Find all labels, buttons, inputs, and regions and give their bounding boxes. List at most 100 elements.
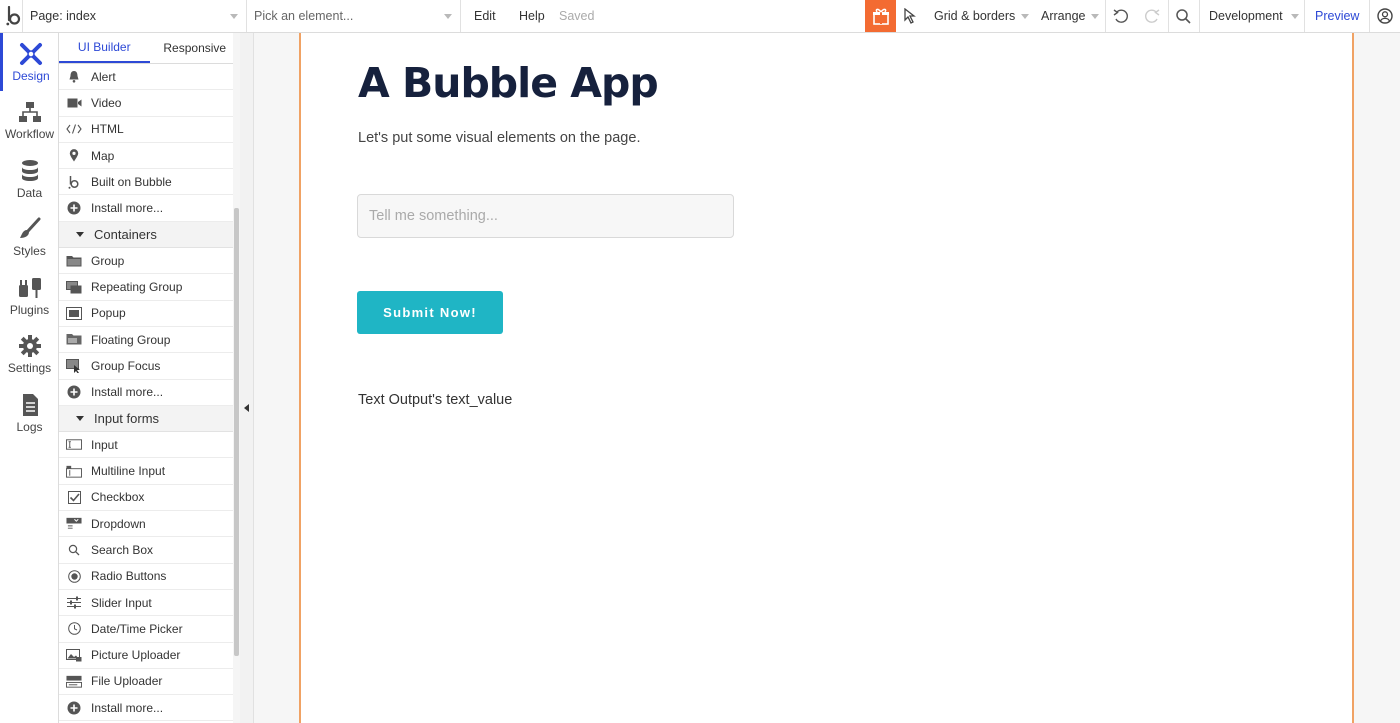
page-subtitle[interactable]: Let's put some visual elements on the pa… (358, 130, 640, 146)
nav-data-label: Data (16, 186, 43, 200)
submit-button[interactable]: Submit Now! (357, 291, 503, 334)
page-title[interactable]: A Bubble App (358, 59, 659, 107)
palette-item-floating-group[interactable]: Floating Group (59, 327, 235, 354)
palette-item-group[interactable]: Group (59, 248, 235, 275)
palette-item-map[interactable]: Map (59, 143, 235, 170)
collapse-triangle-icon (76, 416, 84, 421)
palette-item-dropdown[interactable]: Dropdown (59, 511, 235, 538)
nav-plugins-label: Plugins (9, 303, 50, 317)
saved-status-label: Saved (559, 9, 595, 23)
palette-item-popup[interactable]: Popup (59, 301, 235, 327)
palette-item-html[interactable]: HTML (59, 117, 235, 143)
palette-item-label: Group Focus (91, 358, 161, 373)
nav-logs-label: Logs (16, 420, 43, 434)
palette-item-multiline-input[interactable]: Multiline Input (59, 458, 235, 485)
help-menu[interactable]: Help (519, 0, 545, 32)
gift-button[interactable] (865, 0, 896, 32)
palette-item-label: Date/Time Picker (91, 621, 183, 636)
palette-item-label: Multiline Input (91, 464, 166, 479)
group-focus-icon (66, 358, 82, 373)
nav-settings[interactable]: Settings (0, 325, 59, 383)
palette-item-repeating-group[interactable]: Repeating Group (59, 274, 235, 301)
palette-item-picture-uploader[interactable]: Picture Uploader (59, 643, 235, 669)
palette-item-label: Checkbox (91, 490, 145, 505)
palette-item-input[interactable]: Input (59, 432, 235, 459)
repeating-group-icon (66, 280, 82, 294)
checkbox-icon (66, 490, 82, 504)
nav-workflow[interactable]: Workflow (0, 91, 59, 149)
nav-styles[interactable]: Styles (0, 208, 59, 266)
tab-ui-builder[interactable]: UI Builder (59, 33, 150, 63)
palette-item-install-more[interactable]: Install more... (59, 380, 235, 406)
nav-plugins[interactable]: Plugins (0, 267, 59, 325)
palette-item-checkbox[interactable]: Checkbox (59, 485, 235, 512)
text-input-field[interactable] (357, 194, 734, 238)
map-pin-icon (66, 149, 82, 163)
plus-circle-icon (66, 701, 82, 715)
palette-tabs: UI Builder Responsive (59, 33, 240, 64)
palette-item-alert[interactable]: Alert (59, 64, 235, 91)
palette-item-label: Slider Input (91, 595, 152, 610)
palette-collapse-handle[interactable] (240, 33, 254, 723)
user-avatar-icon (1377, 8, 1393, 24)
nav-data[interactable]: Data (0, 150, 59, 208)
nav-workflow-label: Workflow (4, 127, 55, 141)
palette-item-group-focus[interactable]: Group Focus (59, 353, 235, 380)
arrange-menu[interactable]: Arrange (1041, 0, 1100, 32)
palette-item-label: HTML (91, 122, 124, 137)
plug-icon (18, 278, 41, 298)
preview-button[interactable]: Preview (1315, 0, 1359, 32)
palette-item-label: Containers (94, 226, 157, 242)
file-uploader-icon (66, 674, 82, 688)
multiline-input-icon (66, 464, 82, 478)
palette-section-input-forms[interactable]: Input forms (59, 405, 235, 433)
gear-icon (18, 335, 41, 357)
palette-item-file-uploader[interactable]: File Uploader (59, 669, 235, 696)
main-nav-rail: Design Workflow Data Styles Plugins Sett… (0, 33, 59, 723)
palette-item-date-time-picker[interactable]: Date/Time Picker (59, 616, 235, 643)
edit-menu-label: Edit (474, 9, 496, 23)
palette-item-label: Dropdown (91, 516, 146, 531)
nav-design[interactable]: Design (0, 33, 59, 91)
chevron-down-icon (1290, 13, 1299, 19)
select-tool[interactable] (903, 0, 919, 32)
text-output[interactable]: Text Output's text_value (358, 392, 512, 408)
chevron-down-icon (1091, 13, 1100, 19)
palette-item-label: Radio Buttons (91, 569, 167, 584)
palette-item-search-box[interactable]: Search Box (59, 537, 235, 564)
element-picker[interactable]: Pick an element... (254, 0, 452, 32)
palette-item-label: Picture Uploader (91, 648, 181, 663)
palette-scrollbar-thumb[interactable] (234, 208, 239, 656)
tab-responsive[interactable]: Responsive (150, 33, 241, 63)
page-canvas[interactable]: A Bubble App Let's put some visual eleme… (299, 33, 1354, 723)
palette-item-install-more[interactable]: Install more... (59, 695, 235, 722)
palette-item-install-more[interactable]: Install more... (59, 195, 235, 222)
redo-button[interactable] (1143, 0, 1161, 32)
palette-section-containers[interactable]: Containers (59, 221, 235, 249)
chevron-down-icon (230, 13, 238, 19)
undo-button[interactable] (1112, 0, 1130, 32)
clock-icon (66, 622, 82, 636)
palette-item-label: Alert (91, 69, 116, 84)
workflow-icon (18, 102, 41, 122)
grid-borders-label: Grid & borders (934, 9, 1016, 23)
database-icon (21, 160, 38, 181)
page-selector[interactable]: Page: index (30, 0, 244, 32)
search-button[interactable] (1175, 0, 1192, 32)
bubble-logo-icon (66, 175, 82, 189)
palette-item-label: Install more... (91, 385, 164, 400)
cursor-icon (904, 8, 916, 24)
nav-logs[interactable]: Logs (0, 384, 59, 442)
edit-menu[interactable]: Edit (474, 0, 496, 32)
palette-item-video[interactable]: Video (59, 90, 235, 117)
palette-item-label: Install more... (91, 700, 164, 715)
palette-item-built-on-bubble[interactable]: Built on Bubble (59, 169, 235, 196)
environment-selector[interactable]: Development (1209, 0, 1299, 32)
grid-borders-menu[interactable]: Grid & borders (934, 0, 1030, 32)
bubble-editor: Page: index Pick an element... Edit Help… (0, 0, 1400, 723)
palette-item-radio-buttons[interactable]: Radio Buttons (59, 564, 235, 590)
page-selector-label: Page: index (30, 9, 97, 23)
palette-item-slider-input[interactable]: Slider Input (59, 590, 235, 617)
account-button[interactable] (1377, 0, 1393, 32)
bubble-logo[interactable] (6, 0, 22, 32)
